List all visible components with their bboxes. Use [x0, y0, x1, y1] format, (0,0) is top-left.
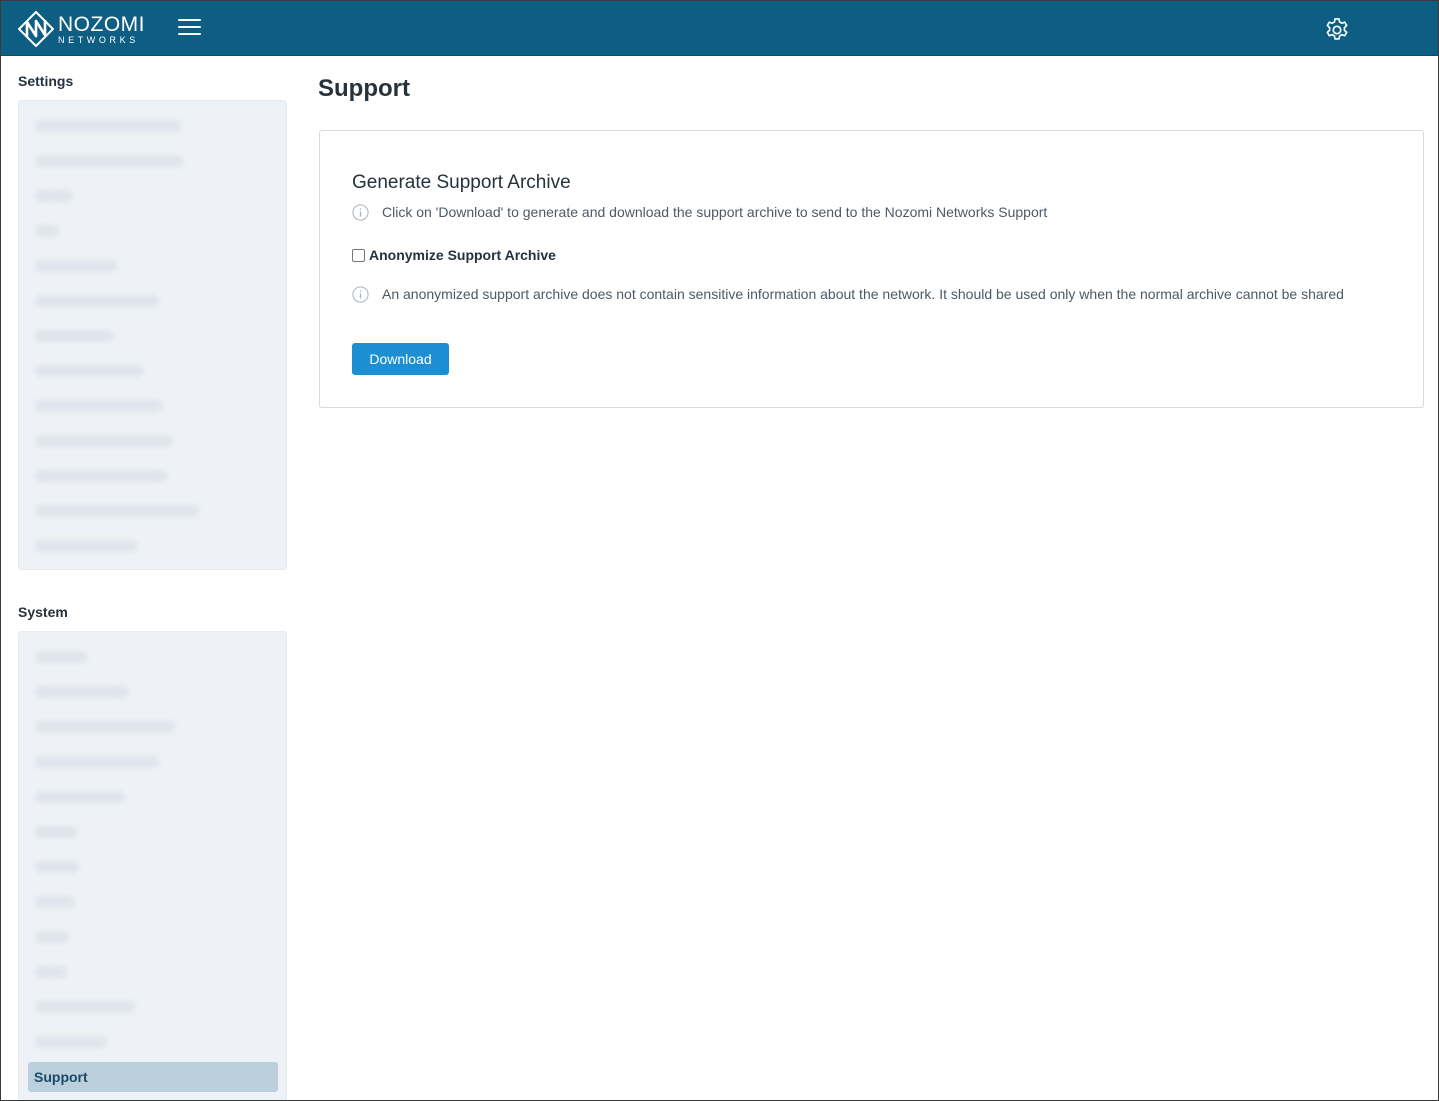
- redacted-settings-item[interactable]: [35, 225, 59, 237]
- redacted-system-item[interactable]: [35, 791, 125, 803]
- download-info-text: Click on 'Download' to generate and down…: [382, 204, 1048, 220]
- redacted-settings-item[interactable]: [35, 190, 73, 202]
- redacted-system-item[interactable]: [35, 756, 159, 768]
- anonymize-label[interactable]: Anonymize Support Archive: [369, 247, 556, 263]
- nozomi-logo-icon: [18, 11, 54, 47]
- redacted-system-item[interactable]: [35, 931, 69, 943]
- sidebar-item-support[interactable]: Support: [28, 1062, 278, 1092]
- anonymize-checkbox[interactable]: [352, 248, 365, 262]
- redacted-settings-item[interactable]: [35, 120, 181, 132]
- redacted-system-item[interactable]: [35, 1001, 135, 1013]
- app-window: NOZOMI NETWORKS Settings System Support …: [0, 0, 1439, 1101]
- redacted-system-item[interactable]: [35, 896, 75, 908]
- redacted-settings-item[interactable]: [35, 505, 199, 517]
- settings-section-title: Settings: [18, 73, 74, 89]
- redacted-settings-item[interactable]: [35, 400, 163, 412]
- redacted-settings-item[interactable]: [35, 330, 113, 342]
- download-info: Click on 'Download' to generate and down…: [352, 203, 1047, 222]
- info-icon: [352, 204, 369, 221]
- redacted-system-item[interactable]: [35, 686, 129, 698]
- brand-subtitle: NETWORKS: [58, 34, 139, 45]
- logo-wordmark: NOZOMI NETWORKS: [58, 14, 145, 45]
- redacted-settings-item[interactable]: [35, 365, 143, 377]
- support-archive-card: Generate Support Archive Click on 'Downl…: [319, 130, 1424, 408]
- system-menu-panel: Support: [18, 631, 287, 1100]
- anonymize-info-text: An anonymized support archive does not c…: [382, 286, 1344, 302]
- anonymize-info: An anonymized support archive does not c…: [352, 285, 1392, 304]
- redacted-system-item[interactable]: [35, 721, 175, 733]
- anonymize-option[interactable]: Anonymize Support Archive: [352, 247, 556, 263]
- redacted-settings-item[interactable]: [35, 470, 167, 482]
- gear-icon[interactable]: [1323, 16, 1351, 44]
- redacted-settings-item[interactable]: [35, 435, 173, 447]
- system-section-title: System: [18, 604, 68, 620]
- download-button[interactable]: Download: [352, 343, 449, 375]
- redacted-settings-item[interactable]: [35, 260, 117, 272]
- page-title: Support: [318, 75, 410, 102]
- redacted-system-item[interactable]: [35, 861, 79, 873]
- redacted-system-item[interactable]: [35, 651, 87, 663]
- nozomi-logo[interactable]: NOZOMI NETWORKS: [18, 11, 145, 47]
- hamburger-menu-icon[interactable]: [178, 19, 201, 37]
- card-title: Generate Support Archive: [352, 172, 571, 193]
- redacted-settings-item[interactable]: [35, 540, 137, 552]
- sidebar: Settings System Support: [18, 57, 287, 1100]
- brand-name: NOZOMI: [58, 12, 145, 36]
- redacted-system-item[interactable]: [35, 826, 77, 838]
- top-navigation-bar: NOZOMI NETWORKS: [1, 1, 1438, 56]
- settings-menu-panel: [18, 100, 287, 570]
- redacted-system-item[interactable]: [35, 966, 67, 978]
- redacted-settings-item[interactable]: [35, 155, 183, 167]
- redacted-settings-item[interactable]: [35, 295, 159, 307]
- redacted-system-item[interactable]: [35, 1036, 107, 1048]
- info-icon: [352, 286, 369, 303]
